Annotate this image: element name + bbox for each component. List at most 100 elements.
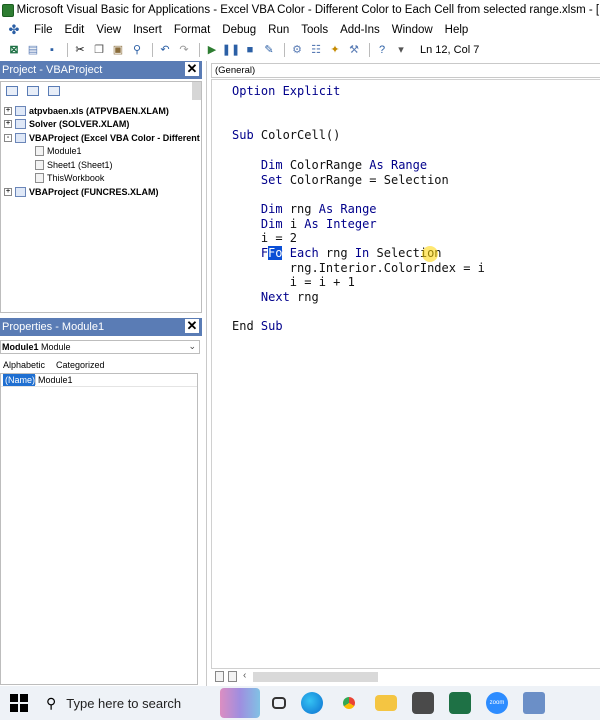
redo-icon[interactable]: ↷ [176, 42, 192, 58]
run-icon[interactable]: ▶ [204, 42, 220, 58]
tree-item-sheet1[interactable]: Sheet1 (Sheet1) [1, 158, 201, 172]
code-text: Dim ColorRange As Range [260, 158, 428, 172]
properties-window-icon[interactable]: ☷ [308, 42, 324, 58]
code-line-13[interactable]: i = i + 1 [232, 275, 355, 289]
code-text: For Each rng In Selection [260, 246, 442, 260]
undo-icon[interactable]: ↶ [157, 42, 173, 58]
collapse-icon[interactable]: - [4, 133, 12, 142]
microsoft-store-icon[interactable] [412, 692, 434, 714]
properties-object-select[interactable]: Module1 Module ⌄ [0, 340, 200, 354]
save-icon[interactable]: ▪ [44, 42, 60, 58]
properties-title: Properties - Module1 [2, 321, 105, 333]
reset-icon[interactable]: ■ [242, 42, 258, 58]
toolbox-icon[interactable]: ⚒ [346, 42, 362, 58]
code-line-11[interactable]: For Each rng In Selection [232, 246, 442, 260]
zoom-icon[interactable]: zoom [486, 692, 508, 714]
paste-icon[interactable]: ▣ [110, 42, 126, 58]
toggle-folders-icon[interactable] [48, 86, 60, 96]
tree-item-module1[interactable]: Module1 [1, 145, 201, 159]
task-view-icon[interactable] [272, 697, 286, 709]
scroll-thumb[interactable] [253, 672, 378, 682]
menu-view[interactable]: View [90, 24, 127, 36]
code-text: Option Explicit [232, 84, 341, 98]
code-line-16[interactable]: End Sub [232, 319, 283, 333]
code-line-12[interactable]: rng.Interior.ColorIndex = i [232, 261, 485, 275]
menu-format[interactable]: Format [168, 24, 216, 36]
tree-item-atpvbaen[interactable]: + atpvbaen.xls (ATPVBAEN.XLAM) [1, 104, 201, 118]
property-value[interactable]: Module1 [35, 375, 73, 385]
properties-close-icon[interactable]: ✕ [185, 319, 199, 333]
object-browser-icon[interactable]: ✦ [327, 42, 343, 58]
code-window: (General) Option Explicit Sub ColorCell(… [206, 61, 600, 686]
cut-icon[interactable]: ✂ [72, 42, 88, 58]
menu-run[interactable]: Run [262, 24, 295, 36]
menu-help[interactable]: Help [439, 24, 475, 36]
tree-item-label: Module1 [47, 146, 82, 157]
vba-menu-icon[interactable]: ✤ [6, 22, 22, 38]
project-explorer-icon[interactable]: ⚙ [289, 42, 305, 58]
tab-alphabetic[interactable]: Alphabetic [3, 360, 45, 370]
full-module-view-icon[interactable] [228, 671, 237, 682]
project-explorer-close-icon[interactable]: ✕ [185, 62, 199, 76]
chevron-down-icon[interactable]: ⌄ [188, 341, 196, 352]
view-excel-icon[interactable]: ⊠ [6, 42, 22, 58]
menu-insert[interactable]: Insert [127, 24, 168, 36]
find-icon[interactable]: ⚲ [129, 42, 145, 58]
code-line-1[interactable]: Option Explicit [232, 84, 340, 98]
vba-editor-taskbar-icon[interactable] [523, 692, 545, 714]
code-line-10[interactable]: i = 2 [232, 231, 297, 245]
menu-tools[interactable]: Tools [295, 24, 334, 36]
insert-module-icon[interactable]: ▤ [25, 42, 41, 58]
cursor-position: Ln 12, Col 7 [420, 44, 480, 56]
vba-project-icon [15, 119, 26, 130]
expand-icon[interactable]: + [4, 106, 12, 115]
code-editor[interactable]: Option Explicit Sub ColorCell() Dim Colo… [211, 79, 600, 669]
project-explorer: + atpvbaen.xls (ATPVBAEN.XLAM) + Solver … [0, 81, 202, 393]
property-name[interactable]: (Name) [3, 374, 35, 386]
code-line-6[interactable]: Set ColorRange = Selection [232, 173, 449, 187]
menu-window[interactable]: Window [386, 24, 439, 36]
code-line-5[interactable]: Dim ColorRange As Range [232, 158, 427, 172]
dna-graphic-icon [220, 688, 260, 718]
help-icon[interactable]: ? [374, 42, 390, 58]
project-explorer-scrollbar[interactable] [192, 82, 201, 100]
chrome-browser-icon[interactable] [338, 692, 360, 714]
search-placeholder: Type here to search [66, 695, 182, 711]
edge-browser-icon[interactable] [301, 692, 323, 714]
code-line-9[interactable]: Dim i As Integer [232, 217, 377, 231]
tree-item-solver[interactable]: + Solver (SOLVER.XLAM) [1, 118, 201, 132]
tab-categorized[interactable]: Categorized [56, 360, 105, 370]
project-explorer-title: Project - VBAProject [2, 64, 103, 76]
excel-icon[interactable] [449, 692, 471, 714]
code-line-3[interactable]: Sub ColorCell() [232, 128, 340, 142]
tree-item-label: ThisWorkbook [47, 173, 105, 184]
menu-debug[interactable]: Debug [216, 24, 262, 36]
expand-icon[interactable]: + [4, 187, 12, 196]
tree-item-thisworkbook[interactable]: ThisWorkbook [1, 172, 201, 186]
property-row[interactable]: (Name) Module1 [1, 374, 197, 387]
design-mode-icon[interactable]: ✎ [261, 42, 277, 58]
object-combo[interactable]: (General) [211, 63, 600, 78]
code-line-8[interactable]: Dim rng As Range [232, 202, 377, 216]
menu-file[interactable]: File [28, 24, 59, 36]
break-icon[interactable]: ❚❚ [222, 42, 240, 58]
menu-add-ins[interactable]: Add-Ins [334, 24, 386, 36]
procedure-view-icon[interactable] [215, 671, 224, 682]
taskbar-search[interactable]: ⚲ Type here to search [46, 686, 214, 720]
expand-icon[interactable]: + [4, 120, 12, 129]
tree-item-vbaproject-current[interactable]: - VBAProject (Excel VBA Color - Differen… [1, 131, 201, 145]
code-text: i = i + 1 [232, 275, 355, 289]
code-line-14[interactable]: Next rng [232, 290, 319, 304]
view-object-icon[interactable] [27, 86, 39, 96]
view-code-icon[interactable] [6, 86, 18, 96]
windows-start-icon[interactable] [10, 694, 28, 712]
tree-item-funcres[interactable]: + VBAProject (FUNCRES.XLAM) [1, 185, 201, 199]
toolbar-separator [284, 43, 285, 57]
menu-edit[interactable]: Edit [59, 24, 91, 36]
scroll-left-icon[interactable]: ‹ [243, 670, 246, 681]
code-hscrollbar[interactable]: ‹ [211, 670, 600, 684]
toolbar-options-icon[interactable]: ▾ [393, 42, 409, 58]
file-explorer-icon[interactable] [375, 695, 397, 711]
copy-icon[interactable]: ❐ [91, 42, 107, 58]
tree-item-label: VBAProject (Excel VBA Color - Different [29, 132, 200, 143]
